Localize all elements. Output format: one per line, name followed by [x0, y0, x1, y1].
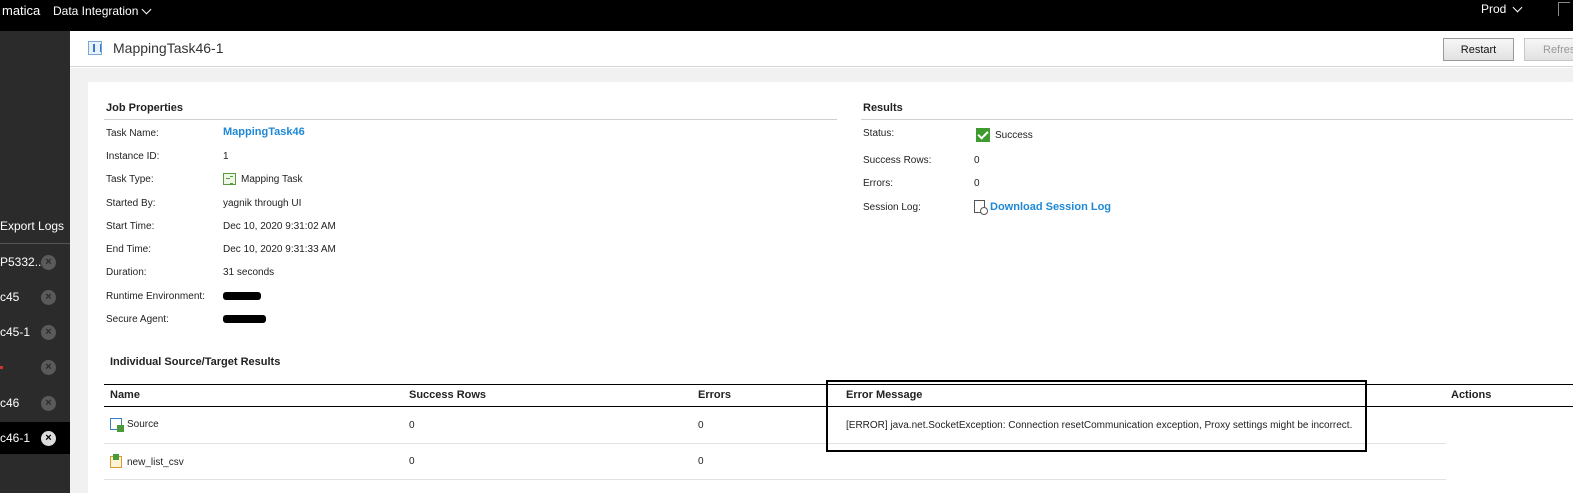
user-menu-icon[interactable] — [1558, 2, 1570, 16]
product-label: Data Integration — [53, 4, 139, 18]
start-time-label: Start Time: — [106, 221, 155, 232]
log-tab-label: c46-1 — [0, 431, 31, 445]
mapping-task-icon — [223, 173, 236, 185]
instance-id-value: 1 — [223, 151, 229, 162]
job-properties-title: Job Properties — [106, 102, 184, 114]
close-icon[interactable]: × — [41, 324, 56, 340]
task-type-value: Mapping Task — [223, 173, 303, 185]
status-text: Success — [995, 129, 1033, 141]
close-icon[interactable]: × — [41, 395, 56, 411]
export-logs-link[interactable]: Export Logs — [0, 219, 64, 233]
org-label: Prod — [1481, 2, 1507, 16]
task-name-link[interactable]: MappingTask46 — [223, 126, 305, 138]
close-icon[interactable]: × — [41, 359, 56, 375]
download-log-icon — [974, 200, 988, 215]
close-icon[interactable]: × — [41, 289, 56, 305]
row-name-target: new_list_csv — [110, 454, 184, 468]
brand-logo: matica — [2, 3, 41, 18]
task-name-label: Task Name: — [106, 128, 159, 139]
close-icon[interactable]: × — [41, 254, 56, 270]
row-success-rows: 0 — [409, 456, 415, 467]
end-time-label: End Time: — [106, 244, 152, 255]
divider — [0, 243, 70, 244]
log-tab[interactable]: c45 × — [0, 281, 70, 313]
task-type-text: Mapping Task — [241, 173, 303, 185]
org-switcher[interactable]: Prod — [1481, 2, 1523, 16]
row-divider — [104, 479, 1446, 480]
column-header-errors: Errors — [698, 389, 732, 401]
status-badge: Success — [976, 128, 1033, 142]
row-name-source: Source — [110, 418, 159, 432]
task-type-label: Task Type: — [106, 174, 154, 185]
chevron-down-icon — [141, 4, 152, 14]
restart-button[interactable]: Restart — [1443, 38, 1514, 61]
target-icon — [110, 454, 122, 468]
divider — [104, 119, 837, 120]
source-target-title: Individual Source/Target Results — [110, 356, 281, 368]
row-success-rows: 0 — [409, 420, 415, 431]
column-header-success-rows: Success Rows — [409, 389, 487, 401]
session-log-download[interactable]: Download Session Log — [974, 200, 1111, 215]
results-title: Results — [863, 102, 903, 114]
started-by-value: yagnik through UI — [223, 198, 302, 209]
left-panel: Export Logs P5332... × c45 × c45-1 × × c… — [0, 31, 70, 493]
log-tab[interactable]: × — [0, 351, 70, 383]
refresh-button[interactable]: Refres — [1524, 38, 1573, 61]
close-icon[interactable]: × — [41, 430, 56, 446]
log-tab-label: P5332... — [0, 255, 45, 269]
duration-label: Duration: — [106, 267, 147, 278]
log-tab[interactable]: c46 × — [0, 387, 70, 419]
chevron-down-icon — [1512, 2, 1523, 12]
session-log-label: Session Log: — [863, 202, 921, 213]
error-highlight-box — [826, 380, 1367, 452]
row-errors: 0 — [698, 420, 704, 431]
log-tab-label: c45 — [0, 290, 20, 304]
page-title: MappingTask46-1 — [113, 40, 224, 56]
log-tab-label: c45-1 — [0, 325, 31, 339]
row-name-text: new_list_csv — [127, 456, 184, 468]
instance-id-label: Instance ID: — [106, 151, 160, 162]
row-name-text: Source — [127, 418, 159, 430]
log-tab-active[interactable]: c46-1 × — [0, 422, 70, 454]
product-switcher[interactable]: Data Integration — [53, 4, 152, 18]
runtime-environment-label: Runtime Environment: — [106, 291, 205, 302]
column-header-name: Name — [110, 389, 140, 401]
download-session-log-link[interactable]: Download Session Log — [990, 201, 1111, 213]
log-tab[interactable]: P5332... × — [0, 246, 70, 278]
secure-agent-redacted — [223, 315, 266, 323]
error-marker — [0, 365, 3, 369]
success-rows-label: Success Rows: — [863, 155, 932, 166]
mapping-task-icon — [88, 41, 102, 55]
end-time-value: Dec 10, 2020 9:31:33 AM — [223, 244, 336, 255]
errors-label: Errors: — [863, 178, 893, 189]
divider — [861, 119, 1573, 120]
redaction-mark — [223, 292, 261, 300]
started-by-label: Started By: — [106, 198, 156, 209]
duration-value: 31 seconds — [223, 267, 275, 278]
success-check-icon — [976, 128, 990, 142]
runtime-environment-redacted — [223, 292, 261, 300]
source-icon — [110, 418, 124, 432]
status-label: Status: — [863, 128, 895, 139]
redaction-mark — [223, 315, 266, 323]
start-time-value: Dec 10, 2020 9:31:02 AM — [223, 221, 336, 232]
page-header: MappingTask46-1 Restart Refres — [70, 31, 1573, 67]
log-tab-label: c46 — [0, 396, 20, 410]
success-rows-value: 0 — [974, 155, 980, 166]
column-header-actions: Actions — [1451, 389, 1492, 401]
row-errors: 0 — [698, 456, 704, 467]
top-bar: matica Data Integration Prod — [0, 0, 1573, 31]
errors-value: 0 — [974, 178, 980, 189]
secure-agent-label: Secure Agent: — [106, 314, 169, 325]
log-tab[interactable]: c45-1 × — [0, 316, 70, 348]
